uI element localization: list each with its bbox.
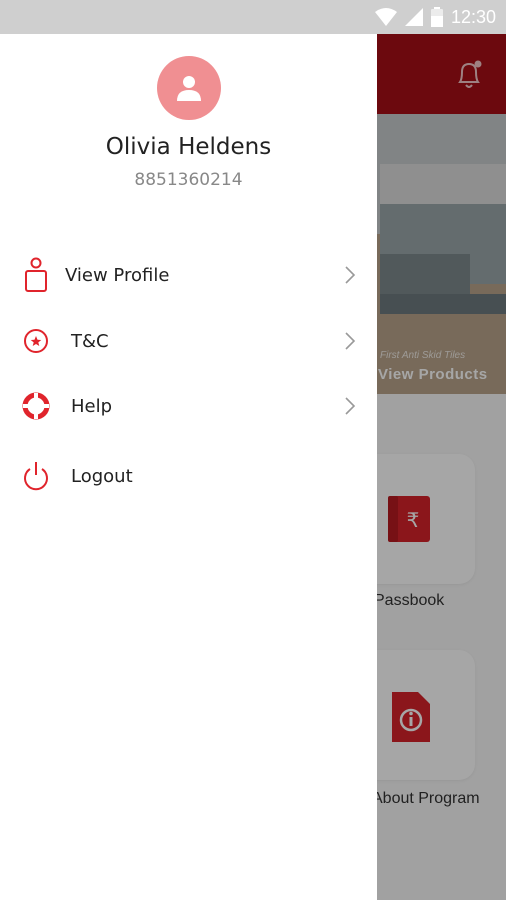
battery-icon	[430, 7, 443, 27]
lifebuoy-icon	[20, 388, 52, 424]
menu-label-help: Help	[71, 395, 113, 417]
user-name: Olivia Heldens	[105, 134, 272, 160]
menu-item-logout[interactable]: Logout	[0, 448, 377, 504]
menu-label-view-profile: View Profile	[65, 264, 170, 286]
signal-icon	[404, 8, 423, 26]
menu-item-terms[interactable]: T&C	[0, 313, 377, 369]
avatar[interactable]	[157, 56, 221, 120]
menu-label-logout: Logout	[71, 465, 133, 487]
person-outline-icon	[20, 257, 52, 293]
status-time: 12:30	[450, 6, 496, 27]
chevron-right-icon	[345, 332, 356, 350]
wifi-icon	[374, 8, 397, 26]
power-icon	[20, 458, 52, 494]
chevron-right-icon	[345, 397, 356, 415]
menu-item-help[interactable]: Help	[0, 378, 377, 434]
menu-item-view-profile[interactable]: View Profile	[0, 247, 377, 303]
status-bar: 12:30	[0, 0, 506, 34]
user-avatar-icon	[177, 76, 201, 101]
navigation-drawer: Olivia Heldens 8851360214 View Profile T…	[0, 34, 377, 900]
star-circle-icon	[20, 323, 52, 359]
menu-label-terms: T&C	[71, 330, 109, 352]
chevron-right-icon	[345, 266, 356, 284]
user-phone: 8851360214	[134, 170, 243, 190]
